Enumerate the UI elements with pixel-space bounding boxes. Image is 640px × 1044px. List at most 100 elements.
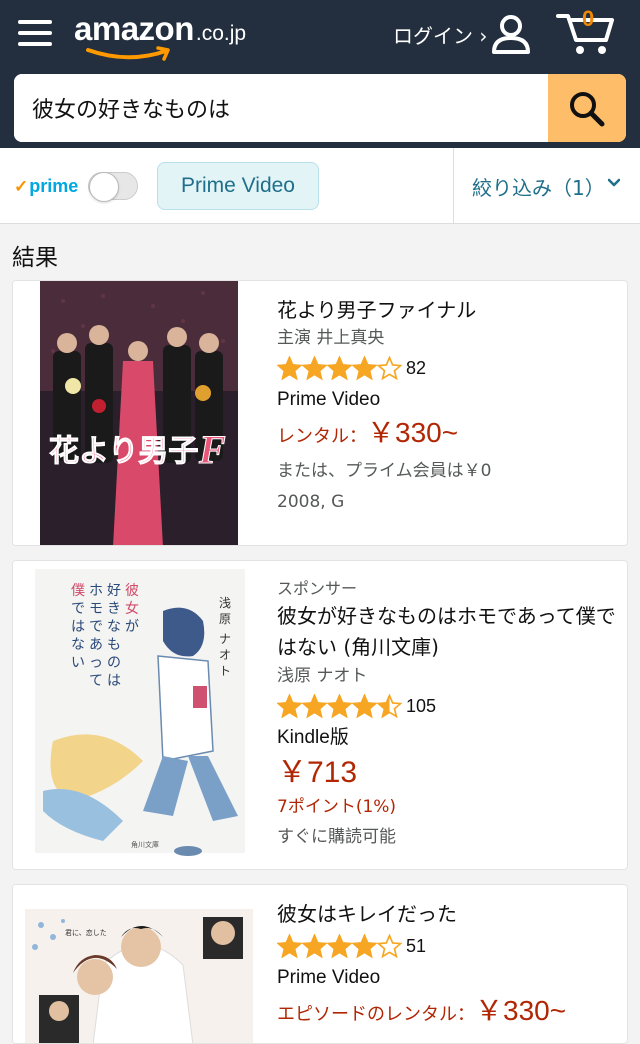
svg-text:君に、恋した: 君に、恋した xyxy=(65,928,107,937)
logo-tld: .co.jp xyxy=(195,22,247,45)
chevron-down-icon[interactable] xyxy=(608,178,620,188)
search-button[interactable] xyxy=(548,74,626,142)
smile-arrow-icon xyxy=(86,46,170,61)
sponsored-label: スポンサー xyxy=(277,579,358,598)
filter-divider xyxy=(453,148,454,224)
star-full-icon xyxy=(277,355,302,380)
svg-text:き: き xyxy=(107,601,121,617)
product-price: ￥330~ xyxy=(475,995,567,1026)
user-icon[interactable] xyxy=(490,14,532,54)
rating-row[interactable]: 105 xyxy=(277,689,619,723)
product-format[interactable]: Kindle版 xyxy=(277,723,619,753)
cart-count: 0 xyxy=(582,6,595,31)
result-card[interactable]: 花より男子 F 花より男子ファイナル 主演 井上真央 82 Prime Vide… xyxy=(12,280,628,546)
product-title[interactable]: 彼女はキレイだった xyxy=(277,899,619,929)
logo-wordmark: amazon xyxy=(74,10,194,47)
star-full-icon xyxy=(327,355,352,380)
prime-toggle[interactable] xyxy=(88,172,138,202)
svg-text:F: F xyxy=(198,427,226,472)
prime-check-icon: ✓ xyxy=(14,177,29,196)
points-earned: 7ポイント(1%) xyxy=(277,797,397,817)
svg-text:あ: あ xyxy=(89,637,103,653)
results-heading: 結果 xyxy=(12,245,58,271)
drama-poster-image: 花より男子 F xyxy=(13,281,263,545)
amazon-logo[interactable]: amazon.co.jp xyxy=(74,10,247,61)
refine-button[interactable]: 絞り込み（1） xyxy=(472,172,605,201)
prime-price-note: または、プライム会員は￥0 xyxy=(277,461,492,481)
svg-text:彼: 彼 xyxy=(125,583,139,599)
star-full-icon xyxy=(302,693,327,718)
star-full-icon xyxy=(302,933,327,958)
search-input[interactable] xyxy=(14,74,548,142)
product-price: ￥330~ xyxy=(367,417,459,448)
svg-text:女: 女 xyxy=(125,600,139,617)
star-full-icon xyxy=(352,693,377,718)
rental-price-row: レンタル：￥330~ xyxy=(277,415,619,455)
product-title[interactable]: 彼女が好きなものはホモであって僕ではない (角川文庫) xyxy=(277,601,619,663)
top-header: amazon.co.jp ログイン › 0 xyxy=(0,0,640,148)
book-cover-image: 彼女が 好きなものは ホモであって 僕ではない 浅原ナオト 角川文庫 xyxy=(13,561,263,869)
svg-text:い: い xyxy=(71,655,85,671)
release-year-rating: 2008, G xyxy=(277,492,345,512)
rating-row[interactable]: 51 xyxy=(277,929,619,963)
svg-text:の: の xyxy=(107,655,121,671)
star-full-icon xyxy=(277,693,302,718)
svg-text:角川文庫: 角川文庫 xyxy=(131,840,159,849)
svg-text:花より男子: 花より男子 xyxy=(49,434,198,469)
svg-text:な: な xyxy=(107,619,121,635)
star-rating xyxy=(277,355,402,381)
product-info: 花より男子ファイナル 主演 井上真央 82 Prime Video レンタル：￥… xyxy=(277,281,619,517)
result-card[interactable]: 彼女が 好きなものは ホモであって 僕ではない 浅原ナオト 角川文庫 スポンサー… xyxy=(12,560,628,870)
product-info: 彼女はキレイだった 51 Prime Video エピソードのレンタル：￥330… xyxy=(277,885,619,1033)
product-image[interactable]: 君に、恋した xyxy=(13,885,263,1043)
star-full-icon xyxy=(327,693,352,718)
svg-text:モ: モ xyxy=(89,601,103,617)
prime-video-chip[interactable]: Prime Video xyxy=(157,162,319,210)
star-empty-icon xyxy=(377,933,402,958)
prime-logo: ✓prime xyxy=(14,176,78,197)
star-full-icon xyxy=(327,933,352,958)
product-info: スポンサー 彼女が好きなものはホモであって僕ではない (角川文庫) 浅原 ナオト… xyxy=(277,561,619,853)
product-format[interactable]: Prime Video xyxy=(277,963,619,993)
rental-label: エピソードのレンタル： xyxy=(277,1004,475,1025)
star-rating xyxy=(277,933,402,959)
availability-text: すぐに購読可能 xyxy=(277,827,396,847)
svg-text:ト: ト xyxy=(219,664,231,678)
svg-text:ホ: ホ xyxy=(89,583,103,599)
product-image[interactable]: 花より男子 F xyxy=(13,281,263,545)
svg-text:が: が xyxy=(125,619,139,635)
rating-count: 82 xyxy=(406,357,427,378)
rating-count: 105 xyxy=(406,695,437,716)
result-card[interactable]: 君に、恋した 彼女はキレイだった 51 Prime Video エピソードのレン… xyxy=(12,884,628,1044)
product-author[interactable]: 浅原 ナオト xyxy=(277,663,619,689)
prime-label: prime xyxy=(29,176,79,196)
rating-row[interactable]: 82 xyxy=(277,351,619,385)
product-format[interactable]: Prime Video xyxy=(277,385,619,415)
svg-text:好: 好 xyxy=(107,583,121,599)
svg-text:も: も xyxy=(107,637,121,653)
rental-price-row: エピソードのレンタル：￥330~ xyxy=(277,993,619,1033)
rating-count: 51 xyxy=(406,935,427,956)
star-half-icon xyxy=(377,693,402,718)
product-title[interactable]: 花より男子ファイナル xyxy=(277,295,619,325)
product-price: ￥713 xyxy=(277,756,358,789)
product-image[interactable]: 彼女が 好きなものは ホモであって 僕ではない 浅原ナオト 角川文庫 xyxy=(13,561,263,869)
toggle-knob xyxy=(89,172,119,202)
svg-text:は: は xyxy=(107,673,121,689)
svg-text:浅: 浅 xyxy=(219,596,231,610)
drama-poster-image: 君に、恋した xyxy=(13,885,263,1043)
login-link[interactable]: ログイン › xyxy=(393,20,487,49)
svg-text:て: て xyxy=(89,673,103,689)
rental-label: レンタル： xyxy=(277,426,367,447)
star-full-icon xyxy=(352,933,377,958)
star-empty-icon xyxy=(377,355,402,380)
search-icon xyxy=(570,92,605,127)
star-full-icon xyxy=(302,355,327,380)
svg-text:原: 原 xyxy=(219,612,231,626)
svg-text:で: で xyxy=(71,601,85,617)
menu-icon[interactable] xyxy=(18,18,52,48)
cart-button[interactable]: 0 xyxy=(556,6,616,56)
svg-text:な: な xyxy=(71,637,85,653)
svg-text:で: で xyxy=(89,619,103,635)
product-cast: 主演 井上真央 xyxy=(277,328,385,348)
